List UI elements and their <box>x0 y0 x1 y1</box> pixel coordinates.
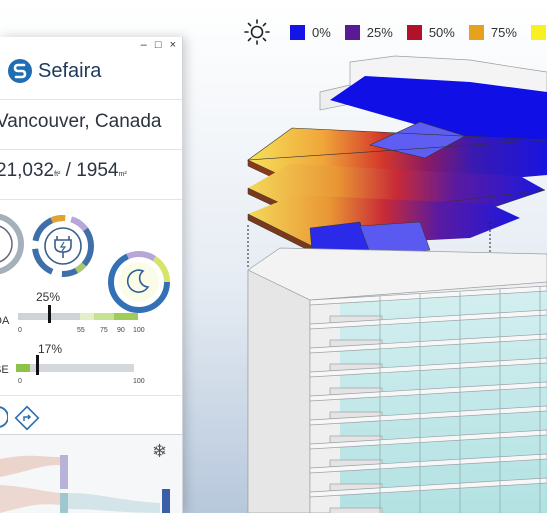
tick-label: 75 <box>100 327 108 334</box>
legend-item-25: 25% <box>344 24 393 40</box>
divider <box>0 395 182 396</box>
legend-swatch <box>530 24 546 40</box>
legend-label: 75% <box>490 24 517 40</box>
area-m-unit: m² <box>118 171 127 178</box>
metric-se-percent: 17% <box>38 342 63 356</box>
project-location: Vancouver, Canada <box>0 111 162 132</box>
gauge-icon[interactable] <box>0 211 26 277</box>
metric-se-label: SE <box>0 364 9 376</box>
legend-item-0: 0% <box>290 24 331 40</box>
tick-label: 55 <box>77 327 85 334</box>
close-button[interactable]: × <box>170 39 178 51</box>
legend-item-100 <box>530 24 547 40</box>
divider <box>0 149 182 150</box>
area-ft-value: 21,032 <box>0 160 55 181</box>
plug-icon[interactable] <box>30 213 96 279</box>
legend-swatch <box>290 24 305 40</box>
area-separator: / <box>60 160 77 181</box>
maximize-button[interactable]: □ <box>155 39 164 51</box>
legend-label: 50% <box>428 24 455 40</box>
metric-da-bar <box>18 305 138 323</box>
tick-label: 100 <box>133 327 145 334</box>
window-controls: – □ × <box>140 39 178 51</box>
balcony <box>329 507 383 513</box>
sun-icon <box>244 19 270 45</box>
floor-area: 21,032ft² / 1954m² <box>0 160 127 182</box>
legend-item-75: 75% <box>468 24 517 40</box>
sefaira-logo-icon <box>8 59 32 83</box>
tick-label: 0 <box>18 378 22 385</box>
tick-label: 90 <box>117 327 125 334</box>
sefaira-panel: – □ × Sefaira Vancouver, Canada 21,032ft… <box>0 37 183 513</box>
metric-se-bar <box>16 355 134 375</box>
daylight-legend: 0% 25% 50% 75% <box>244 19 547 45</box>
tick-label: 0 <box>18 327 22 334</box>
legend-swatch <box>344 24 360 40</box>
metric-da-percent: 25% <box>36 290 61 304</box>
brand: Sefaira <box>8 59 101 83</box>
direction-arrow-icon[interactable] <box>14 405 40 431</box>
minimize-button[interactable]: – <box>141 39 149 51</box>
legend-item-50: 50% <box>406 24 455 40</box>
area-m-value: 1954 <box>76 160 119 181</box>
brand-name: Sefaira <box>38 59 102 82</box>
metric-da-label: DA <box>0 315 10 327</box>
legend-swatch <box>406 24 422 40</box>
tick-label: 100 <box>133 378 145 385</box>
divider <box>0 99 182 100</box>
legend-swatch <box>468 24 484 40</box>
snowflake-icon[interactable]: ❄ <box>152 441 167 462</box>
divider <box>0 199 182 200</box>
legend-label: 0% <box>312 24 331 40</box>
tab-icon[interactable] <box>0 405 8 429</box>
legend-label: 25% <box>366 24 393 40</box>
